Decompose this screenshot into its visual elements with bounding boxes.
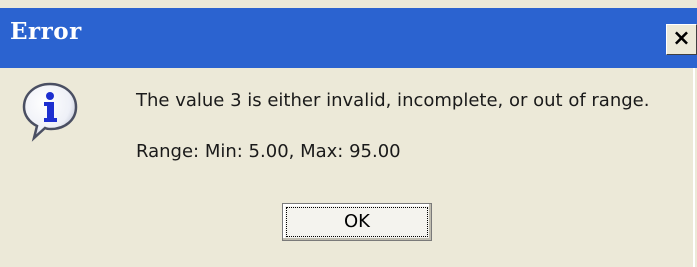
title-bar[interactable]: Error × xyxy=(0,8,697,68)
close-button[interactable]: × xyxy=(666,24,697,55)
ok-button-label: OK xyxy=(286,207,428,237)
window-edge xyxy=(693,68,695,267)
ok-button[interactable]: OK xyxy=(282,203,432,241)
dialog-title: Error xyxy=(10,18,82,45)
error-dialog: Error × The value 3 is either invalid, i… xyxy=(0,0,697,267)
info-icon xyxy=(22,82,78,142)
error-message: The value 3 is either invalid, incomplet… xyxy=(136,90,650,111)
range-text: Range: Min: 5.00, Max: 95.00 xyxy=(136,141,401,162)
